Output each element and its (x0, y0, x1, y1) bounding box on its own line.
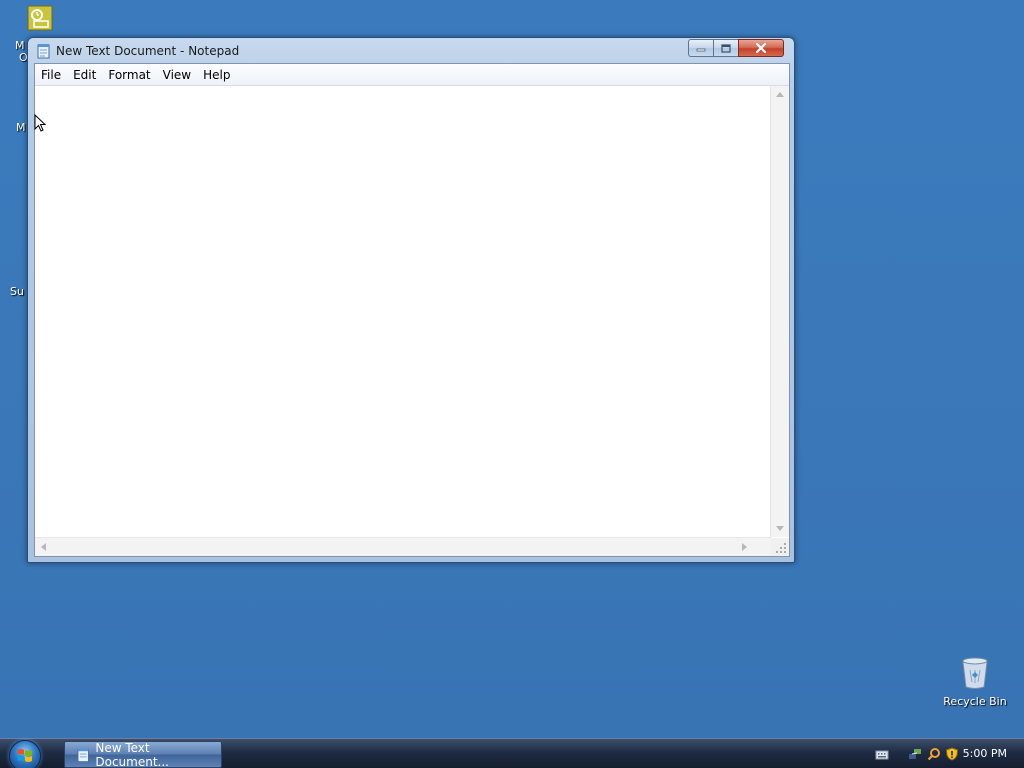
menu-edit[interactable]: Edit (67, 66, 102, 84)
minimize-button[interactable] (688, 39, 713, 57)
system-tray: 5:00 PM (864, 739, 1024, 768)
notepad-client-area: File Edit Format View Help (34, 63, 790, 557)
taskbar-button-notepad[interactable]: New Text Document... (64, 741, 222, 768)
title-bar[interactable]: New Text Document - Notepad (28, 38, 794, 64)
notepad-icon (37, 44, 50, 59)
mouse-cursor-icon (34, 114, 46, 132)
clock[interactable]: 5:00 PM (963, 747, 1007, 760)
vertical-scrollbar[interactable] (770, 86, 789, 537)
recycle-bin-icon (962, 657, 988, 689)
desktop-icon-recycle-bin[interactable]: Recycle Bin (939, 656, 1011, 708)
minimize-icon (696, 48, 706, 52)
text-editor-area[interactable] (35, 86, 769, 537)
maximize-button[interactable] (713, 39, 738, 57)
scroll-down-arrow-icon[interactable] (776, 526, 784, 531)
size-grip[interactable] (771, 538, 789, 556)
windows-logo-icon (18, 749, 32, 762)
notepad-window[interactable]: New Text Document - Notepad File Edit Fo… (27, 37, 795, 563)
scroll-left-arrow-icon[interactable] (41, 543, 46, 551)
taskbar: New Text Document... 5:00 PM (0, 738, 1024, 768)
caption-buttons (688, 39, 784, 57)
outlook-calendar-icon (27, 5, 53, 31)
scroll-right-arrow-icon[interactable] (742, 543, 747, 551)
security-shield-icon[interactable] (945, 747, 959, 761)
menu-bar: File Edit Format View Help (35, 64, 789, 86)
menu-format[interactable]: Format (102, 66, 156, 84)
search-icon[interactable] (927, 747, 941, 761)
window-title: New Text Document - Notepad (56, 44, 240, 58)
desktop-label-fragment: M (16, 121, 26, 134)
network-icon[interactable] (908, 747, 922, 761)
scroll-up-arrow-icon[interactable] (776, 92, 784, 97)
horizontal-scrollbar[interactable] (35, 537, 771, 556)
notepad-icon (77, 747, 89, 762)
close-icon (755, 43, 767, 53)
desktop-icon-outlook[interactable] (27, 5, 53, 34)
taskbar-button-label: New Text Document... (95, 740, 169, 768)
resize-grip-icon (776, 543, 786, 553)
desktop-label-fragment: Su (10, 285, 24, 298)
menu-help[interactable]: Help (197, 66, 236, 84)
recycle-bin-label: Recycle Bin (943, 695, 1007, 708)
close-button[interactable] (738, 39, 784, 57)
keyboard-icon[interactable] (875, 747, 889, 761)
menu-file[interactable]: File (35, 66, 67, 84)
start-button[interactable] (9, 740, 41, 768)
maximize-icon (721, 43, 731, 53)
menu-view[interactable]: View (157, 66, 197, 84)
